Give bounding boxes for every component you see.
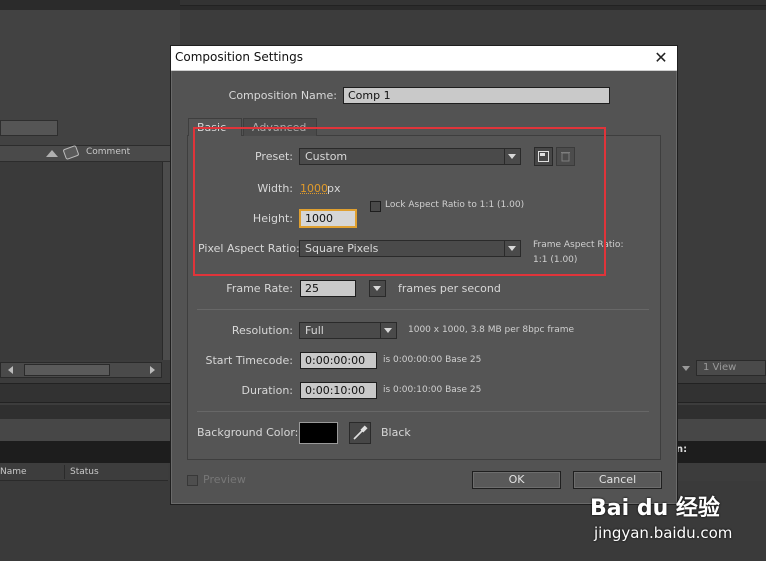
comment-column-header[interactable]: Comment [86,147,130,157]
composition-name-label: Composition Name: [228,89,337,102]
close-icon[interactable]: ✕ [651,49,671,67]
sort-up-icon[interactable] [46,150,58,157]
watermark-logo: Bai du 经验 [590,496,720,521]
duration-input[interactable]: 0:00:10:00 [300,382,377,399]
resolution-info: 1000 x 1000, 3.8 MB per 8bpc frame [408,325,575,335]
highlight-annotation-box [193,127,606,276]
chevron-down-icon [384,328,392,333]
start-timecode-info: is 0:00:00:00 Base 25 [383,355,482,365]
chevron-down-icon[interactable] [682,366,690,371]
chevron-down-icon [373,286,381,291]
frame-rate-input[interactable]: 25 [300,280,356,297]
dialog-title: Composition Settings [175,50,303,64]
start-timecode-input[interactable]: 0:00:00:00 [300,352,377,369]
resolution-label: Resolution: [231,324,293,337]
column-name[interactable]: Name [0,467,27,477]
start-timecode-label: Start Timecode: [205,354,293,367]
background-color-name: Black [381,426,411,439]
scrollbar-thumb[interactable] [24,364,110,376]
frame-rate-unit: frames per second [398,282,501,295]
background-color-swatch[interactable] [299,422,338,444]
watermark-url: jingyan.baidu.com [594,524,733,542]
cancel-button[interactable]: Cancel [573,471,662,489]
background-color-label: Background Color: [197,426,299,439]
duration-info: is 0:00:10:00 Base 25 [383,385,482,395]
column-divider [64,465,65,479]
divider [197,309,649,310]
scroll-right-icon[interactable] [150,366,155,374]
resolution-select[interactable]: Full [299,322,381,339]
frame-rate-label: Frame Rate: [226,282,293,295]
eyedropper-icon [353,425,368,440]
divider [197,411,649,412]
preview-checkbox[interactable] [187,475,198,486]
preview-label: Preview [203,473,246,486]
eyedropper-button[interactable] [349,422,371,444]
project-list [0,162,162,360]
column-status[interactable]: Status [70,467,99,477]
composition-name-input[interactable]: Comp 1 [343,87,610,104]
view-layout-select[interactable]: 1 View [696,360,766,376]
project-search-field[interactable] [0,120,58,136]
app-tab-strip [180,0,766,6]
scroll-left-icon[interactable] [8,366,13,374]
ok-button[interactable]: OK [472,471,561,489]
duration-label: Duration: [241,384,293,397]
